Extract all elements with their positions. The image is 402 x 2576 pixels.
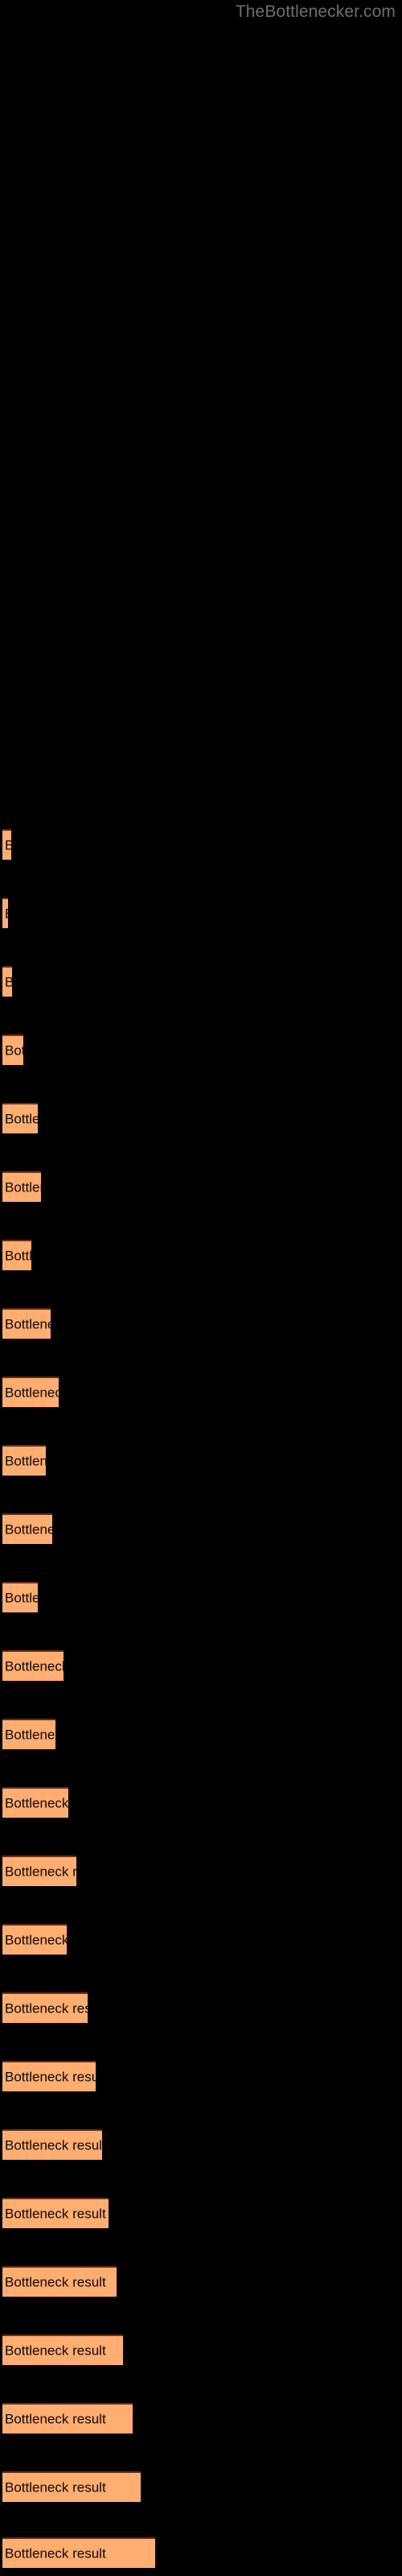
bar-label: Bottleneck result — [5, 2000, 88, 2017]
bar-row: Bottleneck result — [0, 966, 402, 998]
bar: Bottleneck result — [2, 2334, 123, 2365]
bar-label: Bottleneck result — [5, 1727, 55, 1743]
bar-label: Bottleneck result — [5, 838, 11, 853]
bar-label: Bottleneck result — [5, 1932, 67, 1948]
bar-label: Bottleneck result — [5, 1111, 38, 1127]
bar-row: Bottleneck result — [0, 2403, 402, 2435]
bar: Bottleneck result — [2, 1308, 51, 1339]
bar: Bottleneck result — [2, 1513, 52, 1544]
bar: Bottleneck result — [2, 1034, 23, 1065]
bar-row: Bottleneck result — [0, 1240, 402, 1272]
bar-row: Bottleneck result — [0, 829, 402, 861]
bar: Bottleneck result — [2, 1445, 46, 1476]
bar-label: Bottleneck result — [5, 2069, 96, 2085]
bar-row: Bottleneck result — [0, 1582, 402, 1614]
bar-row: Bottleneck result — [0, 1787, 402, 1819]
bar-row: Bottleneck result — [0, 1308, 402, 1340]
bar-label: Bottleneck result — [5, 2137, 102, 2153]
bar: Bottleneck result — [2, 1240, 31, 1270]
bar-label: Bottleneck result — [5, 1864, 76, 1880]
bar-row: Bottleneck result — [0, 2129, 402, 2161]
bar-label: Bottleneck result — [5, 2411, 106, 2427]
chart-plot-area: Bottleneck result Bottleneck result Bottle… — [0, 0, 402, 2576]
bar-label: Bottleneck result — [5, 2343, 106, 2359]
bar: Bottleneck result — [2, 1992, 88, 2023]
bar: Bottleneck result — [2, 2537, 155, 2568]
bar-row: Bottleneck result — [0, 1103, 402, 1135]
bar: Bottleneck result — [2, 2198, 109, 2228]
bar: Bottleneck result — [2, 1377, 59, 1407]
bar-label: Bottleneck result — [5, 906, 8, 922]
bar-label: Bottleneck result — [5, 1248, 31, 1264]
bar-label: Bottleneck result — [5, 2545, 106, 2562]
bar-label: Bottleneck result — [5, 1316, 51, 1332]
bar-row: Bottleneck result — [0, 2061, 402, 2093]
bar-label: Bottleneck result — [5, 1385, 59, 1401]
bar: Bottleneck result — [2, 1719, 55, 1749]
bar: Bottleneck result — [2, 2061, 96, 2091]
bar: Bottleneck result — [2, 1171, 41, 1202]
bar-label: Bottleneck result — [5, 2479, 106, 2496]
bar-row: Bottleneck result — [0, 2266, 402, 2298]
bar-row: Bottleneck result — [0, 1034, 402, 1067]
bar-label: Bottleneck result — [5, 1590, 38, 1606]
bar-row: Bottleneck result — [0, 1924, 402, 1956]
bar-row: Bottleneck result — [0, 1445, 402, 1477]
bar: Bottleneck result — [2, 1924, 67, 1955]
bar: Bottleneck result — [2, 2403, 133, 2434]
bar: Bottleneck result — [2, 2266, 117, 2297]
bar: Bottleneck result — [2, 829, 11, 860]
bar: Bottleneck result — [2, 1650, 64, 1681]
bar-row: Bottleneck result — [0, 898, 402, 930]
bar-row: Bottleneck result — [0, 1856, 402, 1888]
bar-row: Bottleneck result — [0, 1719, 402, 1751]
bar: Bottleneck result — [2, 2471, 141, 2502]
bar-row: Bottleneck result — [0, 1992, 402, 2025]
bar: Bottleneck result — [2, 1787, 68, 1818]
bar-label: Bottleneck result — [5, 1795, 68, 1811]
bar: Bottleneck result — [2, 1103, 38, 1133]
bar-label: Bottleneck result — [5, 1658, 64, 1674]
bar-row: Bottleneck result — [0, 2334, 402, 2367]
bar: Bottleneck result — [2, 1856, 76, 1886]
bar-label: Bottleneck result — [5, 2206, 106, 2222]
bar: Bottleneck result — [2, 966, 12, 997]
bar-label: Bottleneck result — [5, 2274, 106, 2290]
bar-row: Bottleneck result — [0, 1513, 402, 1546]
bar-row: Bottleneck result — [0, 2537, 402, 2570]
bar: Bottleneck result — [2, 898, 8, 928]
bar-row: Bottleneck result — [0, 1377, 402, 1409]
bar-label: Bottleneck result — [5, 1521, 52, 1538]
bar-label: Bottleneck result — [5, 1042, 23, 1059]
bar-row: Bottleneck result — [0, 1650, 402, 1682]
bar-label: Bottleneck result — [5, 1453, 46, 1469]
bar-row: Bottleneck result — [0, 1171, 402, 1203]
bar-label: Bottleneck result — [5, 975, 12, 990]
bar: Bottleneck result — [2, 2129, 102, 2160]
site-watermark: TheBottlenecker.com — [235, 2, 396, 21]
bar: Bottleneck result — [2, 1582, 38, 1612]
bottleneck-chart: Bottleneck result Bottleneck result Bottle… — [0, 0, 402, 2576]
bar-row: Bottleneck result — [0, 2471, 402, 2504]
bar-label: Bottleneck result — [5, 1179, 41, 1195]
bar-row: Bottleneck result — [0, 2198, 402, 2230]
